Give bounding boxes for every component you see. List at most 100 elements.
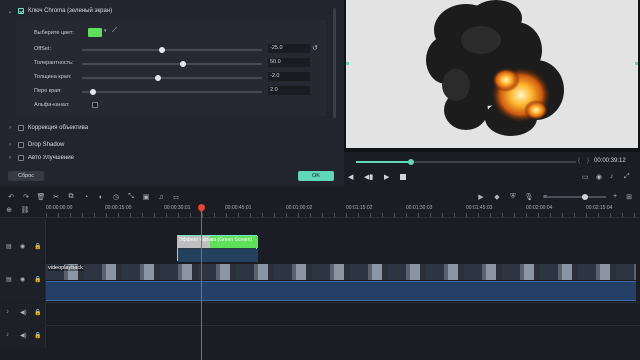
step-back-icon[interactable]: ◀▮ <box>364 173 373 181</box>
zoom-in-icon[interactable]: + <box>610 193 620 200</box>
playhead[interactable] <box>196 202 207 360</box>
edge-feather-value[interactable]: 2.0 <box>268 86 310 95</box>
display-icon[interactable]: ▭ <box>582 173 589 181</box>
section-checkbox[interactable] <box>18 142 24 148</box>
mark-out-icon[interactable]: } <box>587 158 589 164</box>
mic-icon[interactable]: 🎙 <box>524 193 534 201</box>
dropdown-icon[interactable]: ▾ <box>104 28 107 34</box>
track-header-audio-2: ♪ ◀) 🔒 <box>0 326 46 348</box>
mark-in-icon[interactable]: { <box>578 158 580 164</box>
timeline-panel: ↶ ↷ 🗑 ✂ ⧉ ◔ ◐ ◷ ⤡ ▣ ♫ ⚏ ▶ ◆ ⛨ 🎙 ≡ − + ⊞ <box>0 186 640 360</box>
fit-icon[interactable]: ⤡ <box>126 193 136 201</box>
reset-button[interactable]: Сброс <box>8 171 44 181</box>
eyedropper-icon[interactable]: ⟋ <box>112 27 117 35</box>
section-title: Drop Shadow <box>28 142 65 148</box>
tolerance-value[interactable]: 50.0 <box>268 58 310 67</box>
stop-icon[interactable] <box>400 174 406 180</box>
music-note-icon: ♪ <box>6 332 9 338</box>
section-lens-correction[interactable]: › Коррекция объектива <box>6 121 336 135</box>
ok-button[interactable]: OK <box>298 171 334 181</box>
reset-param-icon[interactable]: ↺ <box>312 44 318 52</box>
canvas-handle[interactable] <box>635 62 638 65</box>
offset-value[interactable]: -25.0 <box>268 44 310 53</box>
speaker-icon[interactable]: ◀) <box>20 309 27 316</box>
preview-canvas[interactable] <box>346 0 638 148</box>
section-drop-shadow[interactable]: › Drop Shadow <box>6 138 336 152</box>
current-timecode: 00:00:39:12 <box>594 158 626 164</box>
lock-icon[interactable]: 🔒 <box>34 276 41 283</box>
render-icon[interactable]: ▶ <box>476 193 486 201</box>
undo-icon[interactable]: ↶ <box>6 193 16 201</box>
chevron-right-icon[interactable]: › <box>6 142 14 148</box>
fit-timeline-icon[interactable]: ⊞ <box>624 193 634 201</box>
video-track-icon: ▤ <box>6 277 12 283</box>
track-divider <box>46 325 640 326</box>
video-clip-audio-waveform[interactable] <box>46 281 636 301</box>
edge-feather-slider[interactable] <box>82 89 262 95</box>
audio-icon[interactable]: ♫ <box>156 194 166 201</box>
snapshot-icon[interactable]: ◉ <box>596 173 602 181</box>
link-icon[interactable]: ⛓ <box>20 206 30 214</box>
speed-icon[interactable]: ◔ <box>81 194 91 201</box>
playback-knob[interactable] <box>408 159 414 165</box>
section-auto-enhance[interactable]: › Авто Улучшение <box>6 155 336 161</box>
color-icon[interactable]: ◐ <box>96 194 106 201</box>
timer-icon[interactable]: ◷ <box>111 193 121 201</box>
edge-thickness-slider-knob[interactable] <box>155 75 161 81</box>
playback-progress[interactable] <box>356 159 576 165</box>
zoom-knob[interactable] <box>582 194 588 200</box>
video-clip-thumbnails[interactable]: videoplayback <box>46 264 636 280</box>
chevron-right-icon[interactable]: › <box>6 125 14 131</box>
play-icon[interactable]: ▶ <box>384 173 389 181</box>
key-color-swatch[interactable] <box>88 28 102 37</box>
section-checkbox[interactable] <box>18 125 24 131</box>
offset-slider-knob[interactable] <box>159 47 165 53</box>
choose-color-label: Выберите цвет: <box>34 30 74 36</box>
lock-icon[interactable]: 🔒 <box>34 243 41 250</box>
section-chroma-key[interactable]: ⌄ Ключ Chroma (зеленый экран) <box>6 4 336 18</box>
edge-feather-slider-knob[interactable] <box>90 89 96 95</box>
chevron-right-icon[interactable]: › <box>6 155 14 161</box>
prev-frame-icon[interactable]: ◀ <box>348 173 353 181</box>
tolerance-slider-knob[interactable] <box>180 61 186 67</box>
fullscreen-icon[interactable]: ⤢ <box>624 173 630 181</box>
eye-icon[interactable]: ◉ <box>20 276 25 283</box>
zoom-slider[interactable] <box>546 194 606 200</box>
effect-clip[interactable]: Эффект взрыва (Green Screen) <box>177 235 258 262</box>
chroma-params-box: Выберите цвет: ▾ ⟋ OffSet: -25.0 ↺ Толер… <box>16 20 326 116</box>
ruler-tick-label: 00:02:15:04 <box>586 205 613 211</box>
alpha-channel-checkbox[interactable] <box>92 102 98 108</box>
delete-icon[interactable]: 🗑 <box>36 193 46 201</box>
tolerance-slider[interactable] <box>82 61 262 67</box>
split-screen-icon[interactable]: ⚏ <box>171 193 181 201</box>
track-divider <box>46 302 640 303</box>
video-track-icon: ▤ <box>6 244 12 250</box>
crop-icon[interactable]: ⧉ <box>66 193 76 201</box>
panel-scrollbar[interactable] <box>333 8 336 118</box>
section-checkbox[interactable] <box>18 155 24 161</box>
timeline-ruler[interactable]: ⊕ ⛓ 00:00:00:00 00:00:15:00 00:00:30:01 … <box>0 204 640 218</box>
param-row-alpha: Альфа-канал: <box>34 101 234 111</box>
cut-icon[interactable]: ✂ <box>51 193 61 201</box>
effect-clip-audio <box>178 249 258 262</box>
canvas-handle[interactable] <box>346 62 349 65</box>
ruler-tick-label: 00:01:30:03 <box>406 205 433 211</box>
edge-thickness-value[interactable]: -2.0 <box>268 72 310 81</box>
lock-icon[interactable]: 🔒 <box>34 332 41 339</box>
edge-thickness-slider[interactable] <box>82 75 262 81</box>
volume-icon[interactable]: ♪ <box>610 173 614 180</box>
ruler-tick-label: 00:00:15:00 <box>105 205 132 211</box>
offset-slider[interactable] <box>82 47 262 53</box>
speaker-icon[interactable]: ◀) <box>20 332 27 339</box>
chevron-down-icon[interactable]: ⌄ <box>6 8 14 15</box>
chroma-enable-checkbox[interactable] <box>18 8 24 14</box>
marker-icon[interactable]: ◆ <box>492 193 502 201</box>
shield-icon[interactable]: ⛨ <box>508 193 518 201</box>
eye-icon[interactable]: ◉ <box>20 243 25 250</box>
timeline-toolbar-right: ▶ ◆ ⛨ 🎙 ≡ − + ⊞ <box>476 190 640 204</box>
green-screen-icon[interactable]: ▣ <box>141 193 151 201</box>
section-title: Ключ Chroma (зеленый экран) <box>28 8 113 14</box>
lock-icon[interactable]: 🔒 <box>34 309 41 316</box>
add-track-icon[interactable]: ⊕ <box>4 206 14 214</box>
redo-icon[interactable]: ↷ <box>21 193 31 201</box>
